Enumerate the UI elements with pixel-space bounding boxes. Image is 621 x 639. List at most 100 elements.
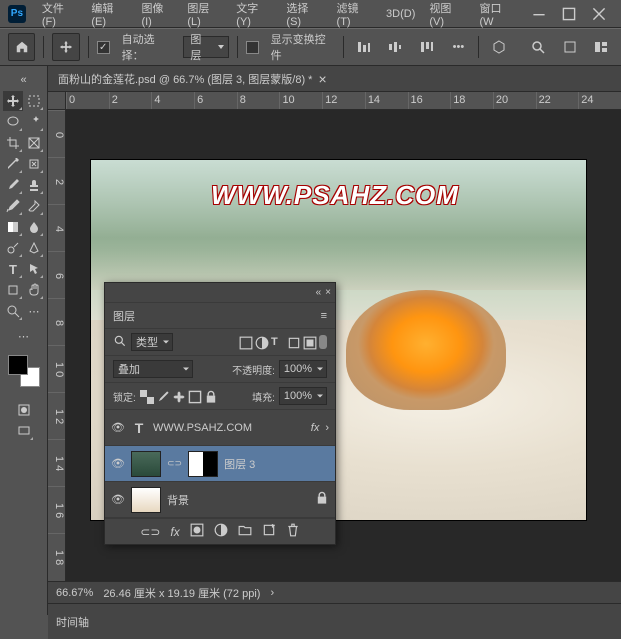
eyedropper-tool[interactable]: [3, 154, 23, 174]
fill-dropdown[interactable]: 100%: [279, 387, 327, 405]
menu-edit[interactable]: 编辑(E): [85, 0, 133, 31]
link-layers-icon[interactable]: ⊂⊃: [140, 525, 160, 539]
pen-tool[interactable]: [24, 238, 44, 258]
layer-thumbnail[interactable]: [131, 487, 161, 513]
filter-shape-icon[interactable]: [287, 336, 299, 348]
fx-icon[interactable]: fx: [170, 525, 179, 539]
new-layer-icon[interactable]: [262, 523, 276, 540]
autoselect-checkbox[interactable]: [97, 41, 110, 54]
ruler-vertical[interactable]: 024681 01 21 41 61 8: [48, 110, 66, 615]
fx-chevron-icon[interactable]: ›: [325, 422, 329, 434]
color-swatches[interactable]: [8, 355, 40, 387]
path-select-tool[interactable]: [24, 259, 44, 279]
maximize-button[interactable]: [555, 4, 583, 24]
hand-tool[interactable]: [24, 280, 44, 300]
collapse-icon[interactable]: «: [14, 70, 34, 90]
layers-panel[interactable]: « × 图层 ≡ 类型 T 叠加 不透明度: 100% 锁定: 填充: 100%…: [104, 282, 336, 545]
tool-extras[interactable]: ⋯: [24, 301, 44, 321]
blur-tool[interactable]: [24, 217, 44, 237]
menu-type[interactable]: 文字(Y): [230, 0, 278, 31]
lasso-tool[interactable]: [3, 112, 23, 132]
wand-tool[interactable]: [24, 112, 44, 132]
distribute-icon[interactable]: •••: [447, 35, 470, 59]
document-dimensions[interactable]: 26.46 厘米 x 19.19 厘米 (72 ppi): [103, 585, 260, 601]
filter-search-icon[interactable]: [113, 334, 127, 351]
home-icon[interactable]: [8, 33, 35, 61]
dodge-tool[interactable]: [3, 238, 23, 258]
move-tool[interactable]: [3, 91, 23, 111]
type-tool[interactable]: T: [3, 259, 23, 279]
panel-close-icon[interactable]: ×: [325, 287, 331, 298]
eraser-tool[interactable]: [24, 196, 44, 216]
ruler-horizontal[interactable]: 024681012141618202224: [66, 92, 621, 110]
lock-paint-icon[interactable]: [156, 390, 168, 402]
status-chevron-icon[interactable]: ›: [270, 587, 274, 599]
filter-adjust-icon[interactable]: [255, 336, 267, 348]
visibility-icon[interactable]: 👁: [111, 457, 125, 470]
panel-header[interactable]: « ×: [105, 283, 335, 303]
stamp-tool[interactable]: [24, 175, 44, 195]
link-icon[interactable]: ⊂⊃: [167, 458, 182, 469]
history-brush-tool[interactable]: [3, 196, 23, 216]
screenmode-tool[interactable]: [14, 421, 34, 441]
workspace-icon[interactable]: [590, 35, 613, 59]
adjustment-icon[interactable]: [214, 523, 228, 540]
visibility-icon[interactable]: 👁: [111, 493, 125, 506]
layer-name[interactable]: 背景: [167, 492, 309, 508]
menu-filter[interactable]: 滤镜(T): [331, 0, 379, 31]
align-icon-2[interactable]: [384, 35, 407, 59]
zoom-level[interactable]: 66.67%: [56, 587, 93, 599]
layer-thumbnail[interactable]: [131, 451, 161, 477]
align-icon-3[interactable]: [415, 35, 438, 59]
layer-mask-thumbnail[interactable]: [188, 451, 218, 477]
frame-tool[interactable]: [24, 133, 44, 153]
document-tab[interactable]: 面粉山的金莲花.psd @ 66.7% (图层 3, 图层蒙版/8) * ×: [48, 66, 621, 92]
crop-tool[interactable]: [3, 133, 23, 153]
blend-mode-dropdown[interactable]: 叠加: [113, 360, 193, 378]
tab-close-icon[interactable]: ×: [318, 71, 326, 87]
move-tool-icon[interactable]: [52, 33, 79, 61]
menu-file[interactable]: 文件(F): [36, 0, 84, 31]
panel-title[interactable]: 图层: [113, 308, 135, 324]
filter-smart-icon[interactable]: [303, 336, 315, 348]
visibility-icon[interactable]: 👁: [111, 421, 125, 434]
layer-name[interactable]: 图层 3: [224, 456, 255, 472]
brush-tool[interactable]: [3, 175, 23, 195]
lock-position-icon[interactable]: [172, 390, 184, 402]
align-icon-1[interactable]: [352, 35, 375, 59]
quickmask-tool[interactable]: [14, 400, 34, 420]
showtransform-checkbox[interactable]: [246, 41, 259, 54]
panel-collapse-icon[interactable]: «: [316, 287, 322, 298]
edit-toolbar[interactable]: ⋯: [14, 326, 34, 346]
menu-layer[interactable]: 图层(L): [181, 0, 228, 31]
autoselect-dropdown[interactable]: 图层: [183, 36, 229, 58]
heal-tool[interactable]: [24, 154, 44, 174]
layer-name[interactable]: WWW.PSAHZ.COM: [153, 422, 305, 434]
menu-image[interactable]: 图像(I): [135, 0, 179, 31]
lock-artboard-icon[interactable]: [188, 390, 200, 402]
layer-row[interactable]: 👁 背景: [105, 482, 335, 518]
opacity-dropdown[interactable]: 100%: [279, 360, 327, 378]
zoom-tool[interactable]: [3, 301, 23, 321]
lock-all-icon[interactable]: [204, 390, 216, 402]
menu-view[interactable]: 视图(V): [423, 0, 471, 31]
lock-pixels-icon[interactable]: [140, 390, 152, 402]
delete-icon[interactable]: [286, 523, 300, 540]
filter-type-dropdown[interactable]: 类型: [131, 333, 173, 351]
3d-mode-icon[interactable]: [487, 35, 510, 59]
fx-badge[interactable]: fx: [311, 422, 320, 434]
search-icon[interactable]: [527, 35, 550, 59]
share-icon[interactable]: [558, 35, 581, 59]
layer-row[interactable]: 👁 ⊂⊃ 图层 3: [105, 446, 335, 482]
foreground-swatch[interactable]: [8, 355, 28, 375]
menu-select[interactable]: 选择(S): [280, 0, 328, 31]
filter-type-icon[interactable]: T: [271, 336, 283, 348]
menu-3d[interactable]: 3D(D): [380, 5, 421, 23]
shape-tool[interactable]: [3, 280, 23, 300]
mask-icon[interactable]: [190, 523, 204, 540]
close-button[interactable]: [585, 4, 613, 24]
marquee-tool[interactable]: [24, 91, 44, 111]
timeline-label[interactable]: 时间轴: [56, 614, 89, 630]
filter-toggle[interactable]: [319, 335, 327, 349]
filter-pixel-icon[interactable]: [239, 336, 251, 348]
